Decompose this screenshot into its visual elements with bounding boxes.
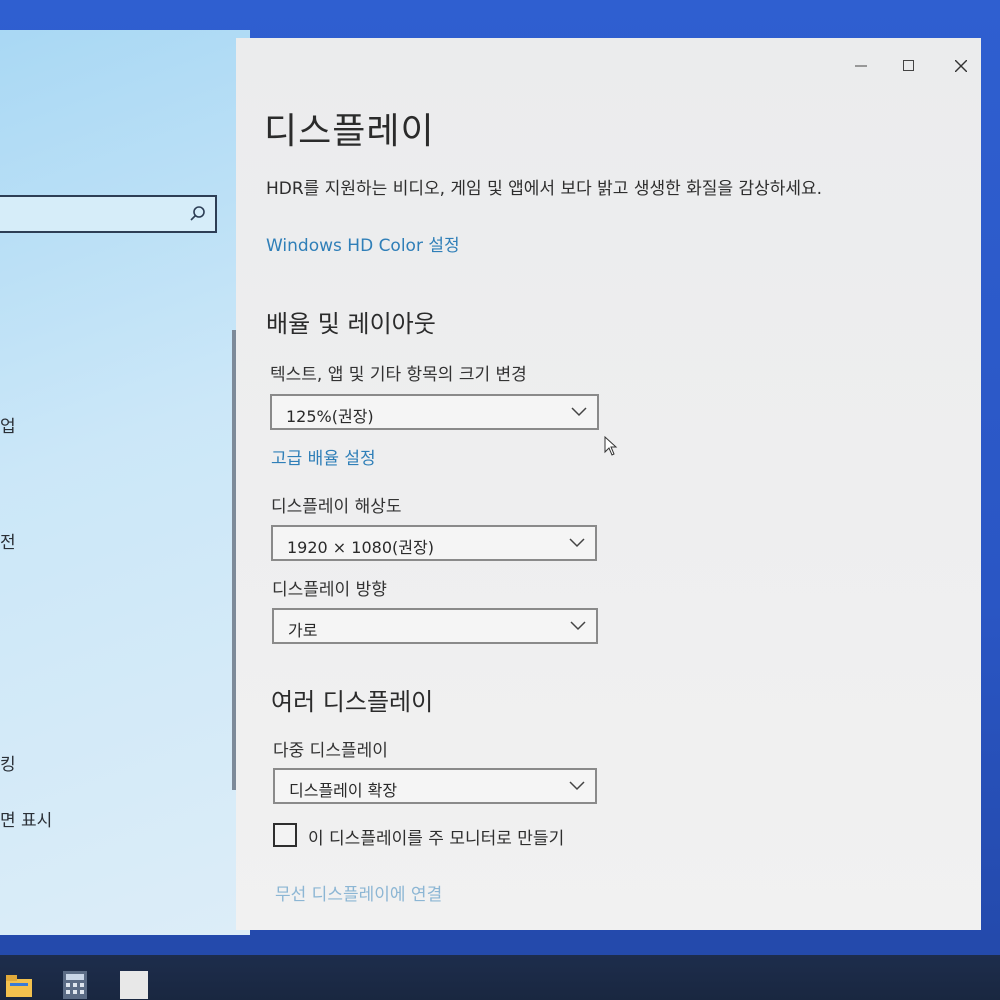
hdr-description: HDR를 지원하는 비디오, 게임 및 앱에서 보다 밝고 생생한 화질을 감상…: [266, 179, 823, 199]
text-size-value: 125%(권장): [286, 407, 374, 426]
multi-display-label: 다중 디스플레이: [273, 741, 388, 761]
advanced-scaling-link[interactable]: 고급 배율 설정: [271, 444, 376, 469]
maximize-icon: [903, 60, 914, 71]
close-button[interactable]: [941, 52, 981, 80]
mouse-cursor-icon: [604, 436, 618, 456]
taskbar: [0, 955, 1000, 1000]
chevron-down-icon: [569, 538, 585, 548]
multi-display-dropdown[interactable]: 디스플레이 확장: [273, 768, 597, 804]
nav-item-partial[interactable]: 킹: [0, 750, 16, 775]
resolution-label: 디스플레이 해상도: [271, 497, 402, 517]
display-settings-window: 디스플레이 HDR를 지원하는 비디오, 게임 및 앱에서 보다 밝고 생생한 …: [236, 38, 981, 930]
nav-item-partial[interactable]: 전: [0, 528, 16, 553]
scale-layout-heading: 배율 및 레이아웃: [266, 310, 436, 338]
maximize-button[interactable]: [889, 52, 929, 80]
multi-display-heading: 여러 디스플레이: [271, 688, 434, 716]
window-controls: [841, 52, 981, 82]
hd-color-settings-link[interactable]: Windows HD Color 설정: [266, 231, 460, 256]
file-explorer-icon[interactable]: [4, 969, 34, 999]
resolution-value: 1920 × 1080(권장): [287, 538, 434, 557]
search-icon[interactable]: [189, 205, 207, 223]
nav-item-partial[interactable]: 면 표시: [0, 806, 52, 831]
calculator-icon[interactable]: [60, 969, 90, 999]
main-display-checkbox-label[interactable]: 이 디스플레이를 주 모니터로 만들기: [308, 824, 564, 849]
wireless-display-link[interactable]: 무선 디스플레이에 연결: [275, 880, 442, 905]
chevron-down-icon: [569, 781, 585, 791]
settings-search-box[interactable]: [0, 195, 217, 233]
minimize-icon: [855, 65, 867, 67]
text-size-label: 텍스트, 앱 및 기타 항목의 크기 변경: [270, 365, 527, 385]
text-size-dropdown[interactable]: 125%(권장): [270, 394, 599, 430]
nav-item-partial[interactable]: 업: [0, 412, 16, 437]
settings-nav-pane: 업 전 킹 면 표시: [0, 30, 250, 935]
settings-app-icon[interactable]: [118, 969, 148, 999]
close-icon: [955, 60, 967, 72]
chevron-down-icon: [571, 407, 587, 417]
minimize-button[interactable]: [841, 52, 881, 80]
main-display-checkbox[interactable]: [273, 823, 297, 847]
orientation-value: 가로: [288, 621, 318, 640]
multi-display-value: 디스플레이 확장: [289, 781, 398, 800]
chevron-down-icon: [570, 621, 586, 631]
page-title: 디스플레이: [264, 111, 435, 152]
resolution-dropdown[interactable]: 1920 × 1080(권장): [271, 525, 597, 561]
orientation-dropdown[interactable]: 가로: [272, 608, 598, 644]
orientation-label: 디스플레이 방향: [272, 580, 387, 600]
